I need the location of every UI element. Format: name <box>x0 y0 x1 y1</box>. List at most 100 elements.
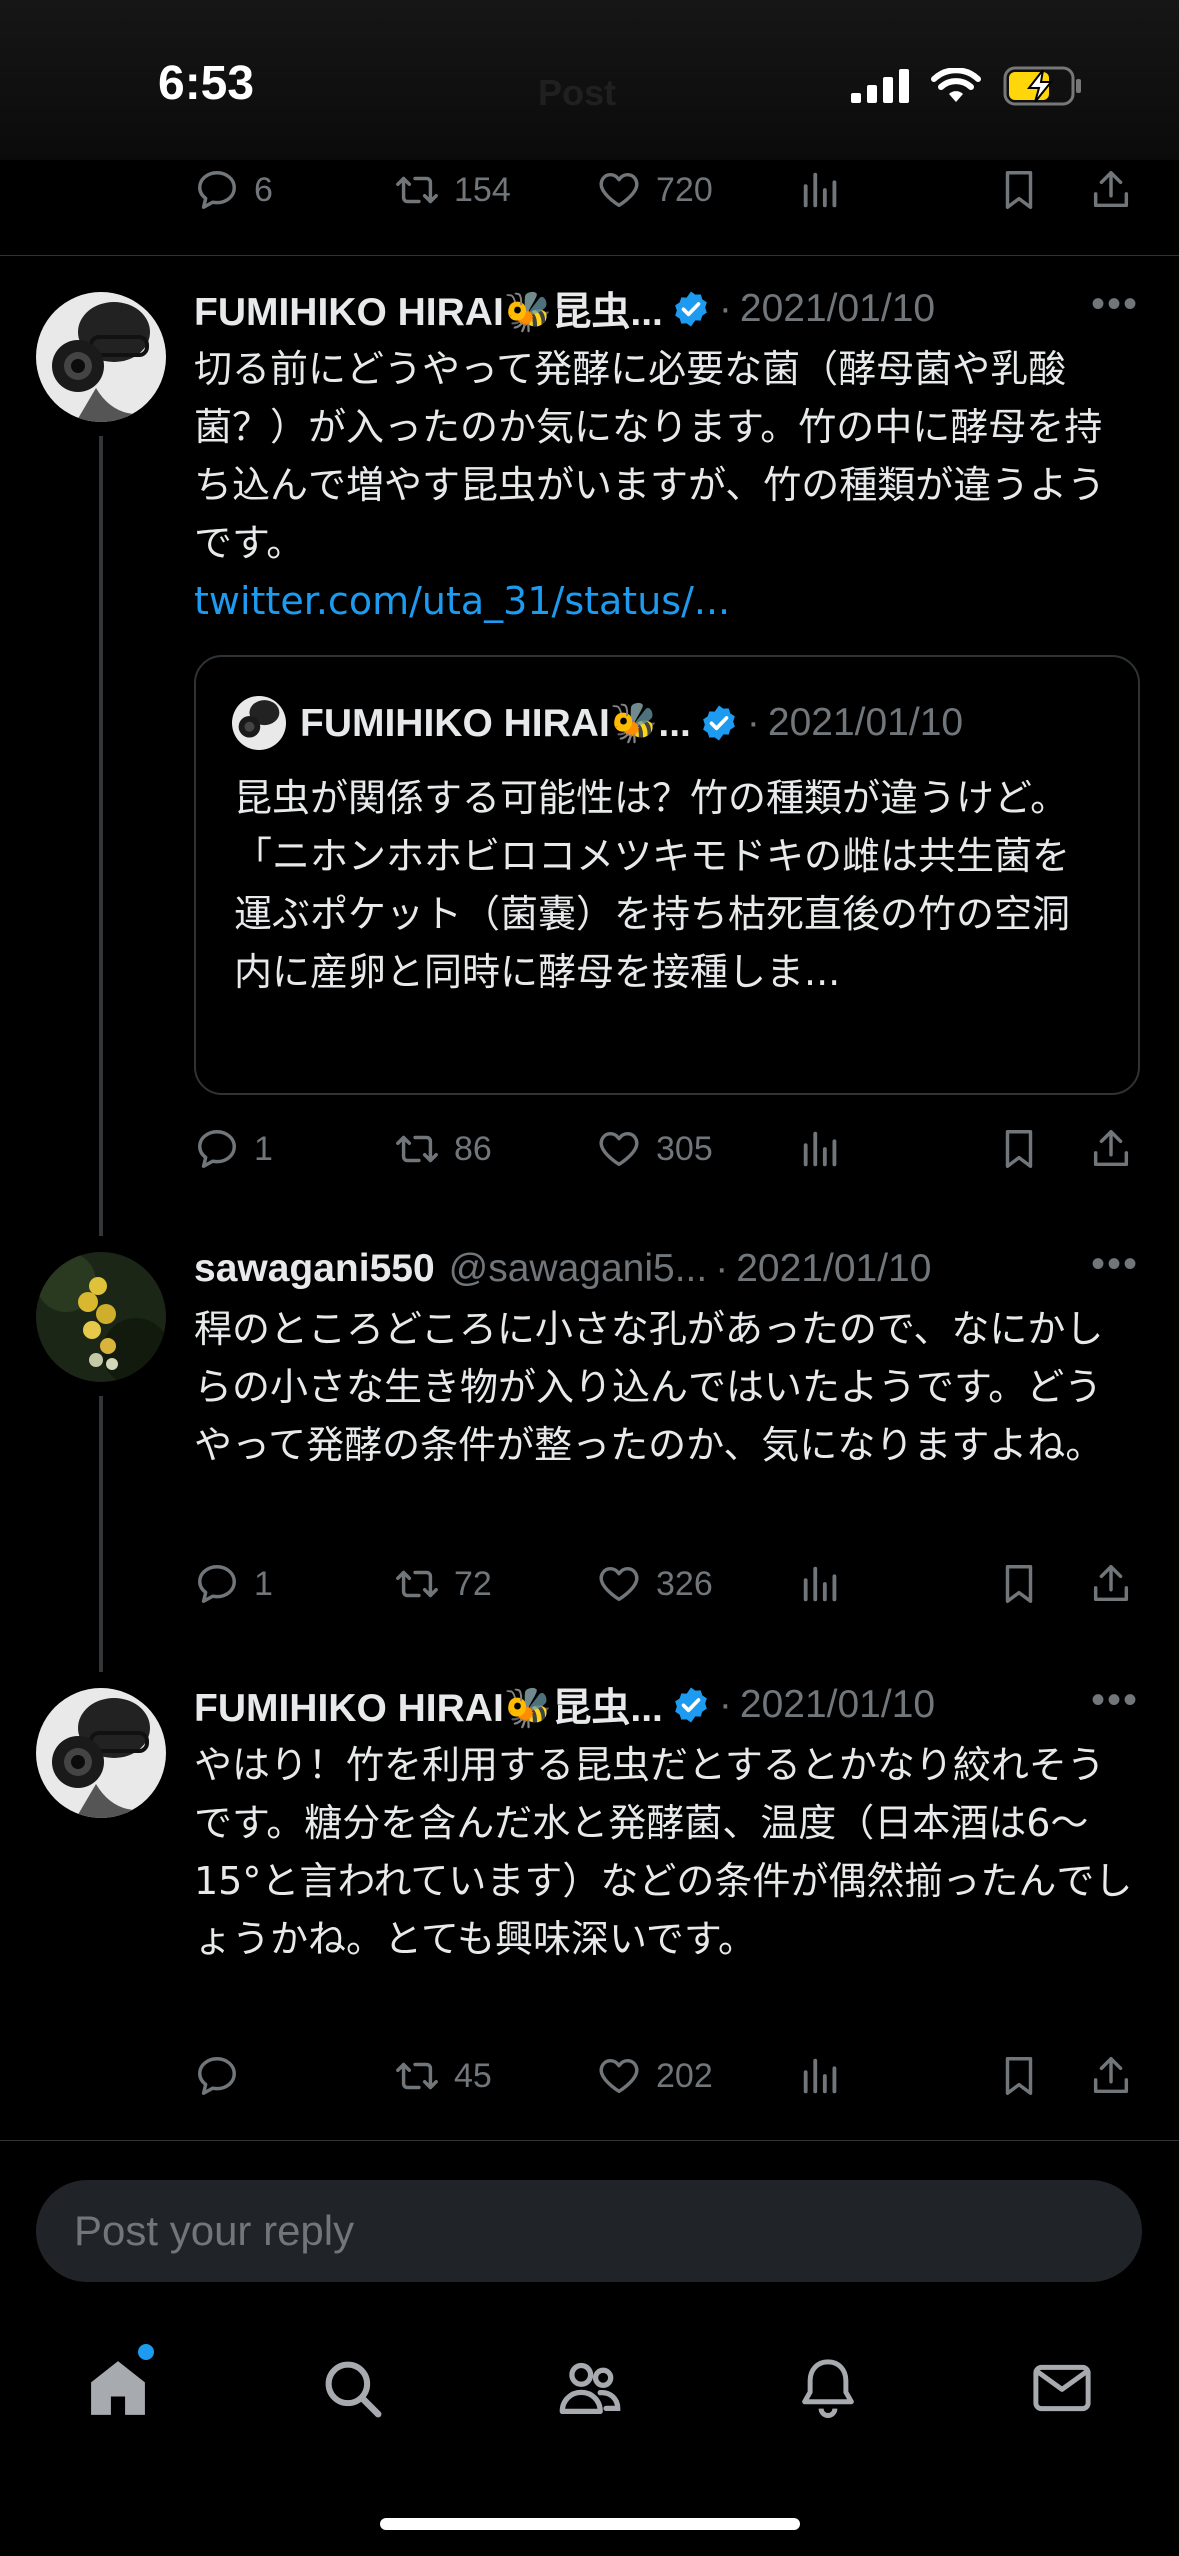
share-button[interactable] <box>1088 155 1134 225</box>
more-options-button[interactable]: ••• <box>1091 1678 1139 1723</box>
tweet-text: やはり！竹を利用する昆虫だとするとかなり絞れそうです。糖分を含んだ水と発酵菌、温… <box>194 1743 1133 1961</box>
like-button[interactable]: 326 <box>596 1549 713 1619</box>
bookmark-button[interactable] <box>996 1114 1042 1184</box>
heart-icon <box>599 2058 639 2094</box>
repost-count: 86 <box>454 1129 492 1168</box>
repost-count: 154 <box>454 170 511 209</box>
post-date[interactable]: 2021/01/10 <box>740 287 935 331</box>
reply-button[interactable]: 1 <box>194 1114 273 1184</box>
bookmark-button[interactable] <box>996 1549 1042 1619</box>
avatar[interactable] <box>36 1688 166 1818</box>
quoted-tweet[interactable]: FUMIHIKO HIRAI🐝... · 2021/01/10 昆虫が関係する可… <box>194 655 1140 1095</box>
bookmark-button[interactable] <box>996 155 1042 225</box>
author-name[interactable]: sawagani550 <box>194 1247 435 1291</box>
views-button[interactable] <box>798 155 844 225</box>
share-icon <box>1093 1565 1129 1602</box>
reply-count: 1 <box>254 1129 273 1168</box>
orchid-avatar-image <box>36 1252 166 1382</box>
post-date[interactable]: 2021/01/10 <box>740 1683 935 1727</box>
divider <box>0 255 1179 256</box>
like-button[interactable]: 202 <box>596 2041 713 2111</box>
quoted-tweet-header: FUMIHIKO HIRAI🐝... · 2021/01/10 <box>232 696 964 750</box>
reply-button[interactable]: 1 <box>194 1549 273 1619</box>
search-icon <box>325 2361 382 2418</box>
quoted-date: 2021/01/10 <box>767 701 964 744</box>
reply-button[interactable]: 6 <box>194 155 273 225</box>
action-bar: 45 202 <box>0 2041 1179 2111</box>
status-bar: Post 6:53 <box>0 0 1179 160</box>
author-handle[interactable]: @sawagani5... <box>449 1247 708 1291</box>
share-button[interactable] <box>1088 2041 1134 2111</box>
nav-search[interactable] <box>312 2348 392 2428</box>
repost-button[interactable]: 154 <box>394 155 511 225</box>
avatar[interactable] <box>36 1252 166 1382</box>
reply-placeholder: Post your reply <box>74 2207 355 2254</box>
home-icon <box>91 2361 145 2415</box>
tweet-header: FUMIHIKO HIRAI🐝昆虫... · 2021/01/10 <box>194 1678 935 1732</box>
reply-button[interactable] <box>194 2041 254 2111</box>
repost-icon <box>396 2062 438 2090</box>
action-bar-top: 6 154 720 <box>0 155 1179 225</box>
reply-icon <box>198 2057 236 2095</box>
views-icon <box>803 2058 837 2094</box>
tweet-text-content: 切る前にどうやって発酵に必要な菌（酵母菌や乳酸菌？）が入ったのか気になります。竹… <box>194 347 1106 565</box>
views-button[interactable] <box>798 2041 844 2111</box>
like-count: 720 <box>656 170 713 209</box>
share-button[interactable] <box>1088 1549 1134 1619</box>
separator-dot: · <box>718 287 732 330</box>
repost-button[interactable]: 45 <box>394 2041 492 2111</box>
bookmark-button[interactable] <box>996 2041 1042 2111</box>
separator-dot: · <box>715 1247 729 1290</box>
bookmark-icon <box>1005 171 1033 209</box>
more-options-button[interactable]: ••• <box>1091 1242 1139 1287</box>
author-name[interactable]: FUMIHIKO HIRAI🐝昆虫... <box>194 1677 663 1733</box>
views-icon <box>803 1131 837 1167</box>
tweet-link[interactable]: twitter.com/uta_31/status/... <box>194 579 730 623</box>
heart-icon <box>599 172 639 208</box>
quoted-text: 昆虫が関係する可能性は？竹の種類が違うけど。 「ニホンホホビロコメツキモドキの雌… <box>234 776 1071 994</box>
status-icons <box>851 66 1083 106</box>
quoted-author-name: FUMIHIKO HIRAI🐝... <box>300 702 691 745</box>
more-options-button[interactable]: ••• <box>1091 282 1139 327</box>
views-button[interactable] <box>798 1549 844 1619</box>
author-name[interactable]: FUMIHIKO HIRAI🐝昆虫... <box>194 281 663 337</box>
heart-icon <box>599 1566 639 1602</box>
repost-icon <box>396 176 438 204</box>
repost-button[interactable]: 86 <box>394 1114 492 1184</box>
repost-icon <box>396 1570 438 1598</box>
tweet-header: sawagani550 @sawagani5... · 2021/01/10 <box>194 1242 931 1296</box>
cellular-signal-icon <box>851 69 909 103</box>
post-date[interactable]: 2021/01/10 <box>736 1247 931 1291</box>
separator-dot: · <box>718 1683 732 1726</box>
nav-communities[interactable] <box>550 2348 630 2428</box>
quoted-avatar <box>232 696 286 750</box>
verified-badge-icon <box>675 1687 707 1723</box>
reply-icon <box>198 1130 236 1168</box>
action-bar: 1 86 305 <box>0 1114 1179 1184</box>
avatar[interactable] <box>36 292 166 422</box>
like-count: 202 <box>656 2056 713 2095</box>
nav-messages[interactable] <box>1022 2348 1102 2428</box>
status-time: 6:53 <box>158 57 255 110</box>
heart-icon <box>599 1131 639 1167</box>
repost-button[interactable]: 72 <box>394 1549 492 1619</box>
wifi-icon <box>931 68 981 102</box>
share-icon <box>1093 1130 1129 1167</box>
like-button[interactable]: 720 <box>596 155 713 225</box>
views-button[interactable] <box>798 1114 844 1184</box>
nav-home[interactable] <box>78 2344 158 2428</box>
share-icon <box>1093 2057 1129 2094</box>
views-icon <box>803 172 837 208</box>
tweet-text: 稈のところどころに小さな孔があったので、なにかしらの小さな生き物が入り込んではい… <box>194 1307 1104 1467</box>
divider <box>0 2140 1179 2141</box>
notifications-icon <box>802 2359 854 2418</box>
share-button[interactable] <box>1088 1114 1134 1184</box>
like-button[interactable]: 305 <box>596 1114 713 1184</box>
like-count: 326 <box>656 1564 713 1603</box>
reply-count: 6 <box>254 170 273 209</box>
tweet-text: 切る前にどうやって発酵に必要な菌（酵母菌や乳酸菌？）が入ったのか気になります。竹… <box>194 340 1134 630</box>
reply-count: 1 <box>254 1564 273 1603</box>
reply-input[interactable]: Post your reply <box>36 2180 1142 2282</box>
nav-notifications[interactable] <box>788 2348 868 2428</box>
views-icon <box>803 1566 837 1602</box>
